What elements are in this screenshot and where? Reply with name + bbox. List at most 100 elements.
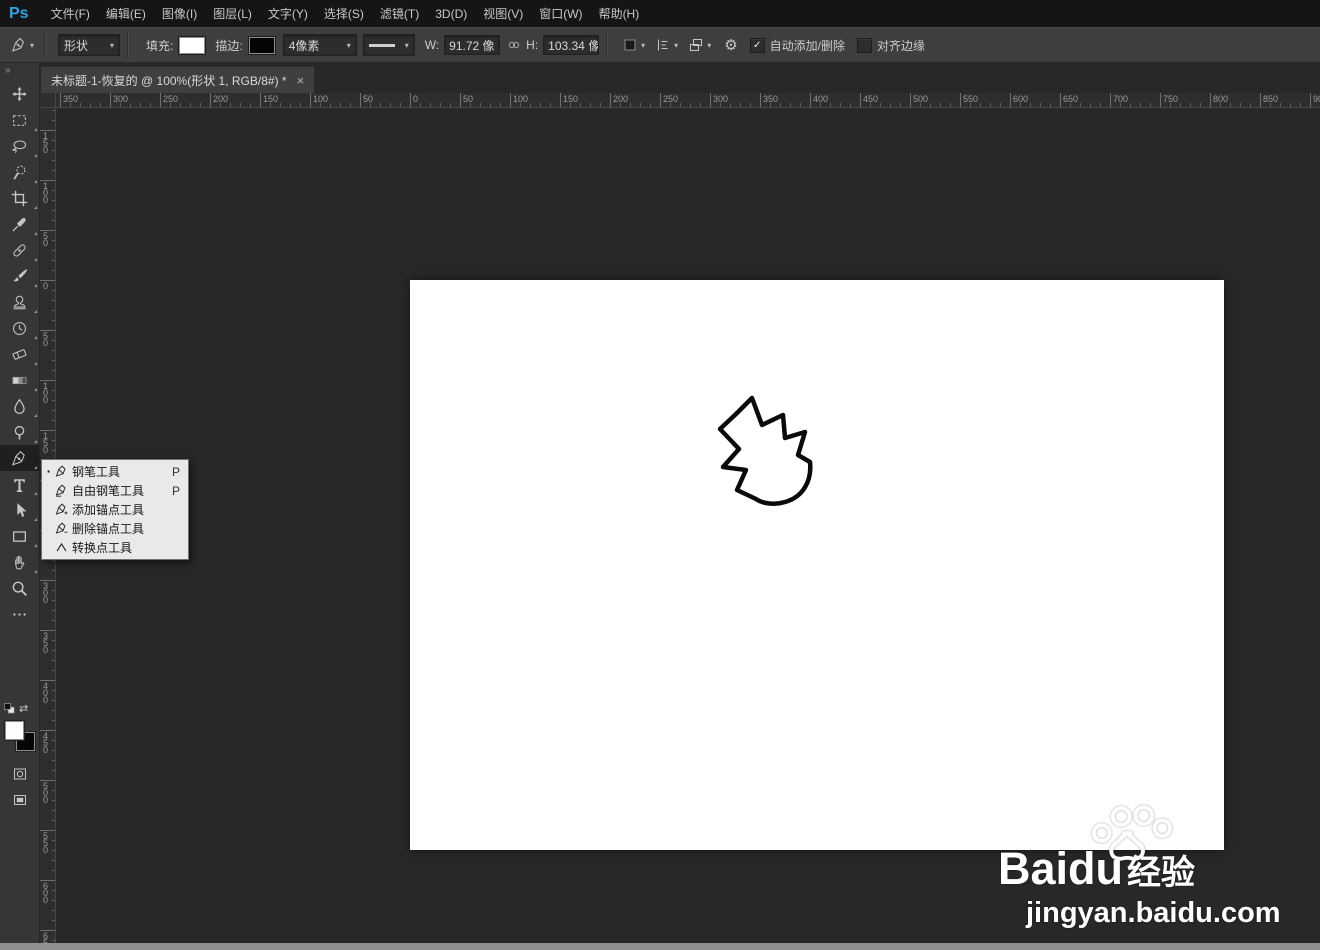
tool-preset-picker[interactable]: ▾ <box>8 35 37 55</box>
pen-icon <box>55 465 72 478</box>
pen-tool[interactable] <box>0 445 39 471</box>
ruler-tick <box>110 93 111 107</box>
ruler-label: 500 <box>913 94 929 104</box>
path-selection-tool[interactable] <box>0 497 39 523</box>
collapse-panel-icon[interactable]: » <box>0 63 39 81</box>
ruler-tick <box>310 93 311 107</box>
move-tool[interactable] <box>0 81 39 107</box>
document-tab[interactable]: 未标题-1-恢复的 @ 100%(形状 1, RGB/8#) * × <box>40 66 316 93</box>
align-edges-checkbox[interactable] <box>857 37 872 53</box>
height-input[interactable]: 103.34 像 <box>543 35 600 55</box>
separator <box>606 32 609 58</box>
eraser-tool[interactable] <box>0 341 39 367</box>
menu-item[interactable]: 编辑(E) <box>98 0 154 27</box>
blur-tool[interactable] <box>0 393 39 419</box>
zoom-tool[interactable] <box>0 575 39 601</box>
ruler-tick <box>60 93 61 107</box>
pen-flyout-item-label: 自由钢笔工具 <box>72 484 145 498</box>
path-alignment-button[interactable]: ▾ <box>652 33 681 57</box>
ruler-label: 3 5 0 <box>43 631 49 655</box>
pen-flyout-item[interactable]: 转换点工具 <box>42 538 188 557</box>
menu-item[interactable]: 选择(S) <box>316 0 372 27</box>
ruler-label: 100 <box>513 94 529 104</box>
quick-mask-button[interactable] <box>0 761 40 787</box>
pen-flyout-item-shortcut: P <box>172 483 181 498</box>
ruler-label: 900 <box>1313 94 1320 104</box>
eraser-tool-icon <box>12 348 27 360</box>
default-colors-icon[interactable] <box>3 702 16 715</box>
options-bar: ▾ 形状 ▾ 填充: 描边: 4像素 ▾ ▾ W: 91.72 像 H: 103… <box>0 27 1320 63</box>
height-label: H: <box>526 38 539 52</box>
dodge-tool[interactable] <box>0 419 39 445</box>
tools-list <box>0 81 39 627</box>
history-brush-tool[interactable] <box>0 315 39 341</box>
edit-toolbar[interactable] <box>0 601 39 627</box>
ruler-label: 850 <box>1263 94 1279 104</box>
document-canvas[interactable] <box>410 280 1224 850</box>
pen-flyout-item[interactable]: 添加锚点工具 <box>42 500 188 519</box>
history-brush-tool-icon <box>13 321 26 335</box>
ruler-tick <box>1310 93 1311 107</box>
lasso-tool[interactable] <box>0 133 39 159</box>
chevron-down-icon: ▾ <box>110 40 115 50</box>
menu-item[interactable]: 图层(L) <box>205 0 260 27</box>
clone-stamp-tool-icon <box>13 295 26 309</box>
auto-add-remove-checkbox[interactable]: ✓ <box>749 37 765 53</box>
menu-items: 文件(F) 编辑(E) 图像(I) 图层(L) 文字(Y) 选择(S) 滤镜(T) 3D(D)… <box>43 0 648 27</box>
menu-item[interactable]: 3D(D) <box>427 0 475 27</box>
ruler-label: 200 <box>613 94 629 104</box>
link-dimensions-button[interactable] <box>504 33 524 57</box>
ruler-label: 700 <box>1113 94 1129 104</box>
rectangular-marquee-tool[interactable] <box>0 107 39 133</box>
path-arrangement-button[interactable]: ▾ <box>685 33 714 57</box>
gear-icon[interactable]: ⚙ <box>724 36 737 54</box>
spot-healing-brush-tool[interactable] <box>0 237 39 263</box>
type-tool[interactable] <box>0 471 39 497</box>
pen-flyout-item[interactable]: 删除锚点工具 <box>42 519 188 538</box>
flyout-indicator-icon <box>34 466 37 469</box>
ruler-label: 50 <box>463 94 474 104</box>
baidu-brand-latin: Baidu <box>998 843 1124 894</box>
quick-selection-tool[interactable] <box>0 159 39 185</box>
path-selection-tool-icon <box>17 502 27 517</box>
clone-stamp-tool[interactable] <box>0 289 39 315</box>
separator <box>127 32 130 58</box>
ruler-tick <box>360 93 361 107</box>
edit-toolbar-icon <box>13 612 26 616</box>
tool-mode-select[interactable]: 形状 ▾ <box>58 34 121 56</box>
horizontal-ruler[interactable]: 350 300 250 200 150 100 50 0 50 100 150 200 250 300 35… <box>56 93 1320 108</box>
stroke-style-select[interactable]: ▾ <box>362 34 415 56</box>
stroke-color-swatch[interactable] <box>247 35 276 55</box>
pen-flyout-item[interactable]: ▪ 钢笔工具 P <box>42 462 188 481</box>
ruler-tick <box>210 93 211 107</box>
screen-mode-icon <box>14 795 26 805</box>
foreground-color-swatch[interactable] <box>4 720 25 741</box>
flyout-indicator-icon <box>34 232 37 235</box>
spot-healing-brush-tool-icon <box>13 243 26 257</box>
brush-tool[interactable] <box>0 263 39 289</box>
path-operations-button[interactable]: ▾ <box>619 33 648 57</box>
menu-item[interactable]: 文字(Y) <box>260 0 316 27</box>
rectangle-tool[interactable] <box>0 523 39 549</box>
stroke-width-value: 4像素 <box>288 38 320 53</box>
crop-tool[interactable] <box>0 185 39 211</box>
menu-item[interactable]: 文件(F) <box>43 0 98 27</box>
close-tab-icon[interactable]: × <box>297 73 305 88</box>
eyedropper-tool[interactable] <box>0 211 39 237</box>
menu-item[interactable]: 滤镜(T) <box>372 0 427 27</box>
menu-item[interactable]: 窗口(W) <box>531 0 590 27</box>
screen-mode-button[interactable] <box>0 787 40 813</box>
menu-item[interactable]: 图像(I) <box>154 0 205 27</box>
gradient-tool[interactable] <box>0 367 39 393</box>
separator <box>44 32 47 58</box>
pen-flyout-item[interactable]: 自由钢笔工具 P <box>42 481 188 500</box>
chevron-down-icon: ▾ <box>707 40 712 50</box>
width-input[interactable]: 91.72 像 <box>444 35 501 55</box>
stroke-width-select[interactable]: 4像素 ▾ <box>282 34 357 56</box>
pen-flyout-item-label: 添加锚点工具 <box>72 503 145 517</box>
menu-item[interactable]: 帮助(H) <box>591 0 648 27</box>
menu-item[interactable]: 视图(V) <box>475 0 531 27</box>
fill-color-swatch[interactable] <box>178 35 207 55</box>
hand-tool[interactable] <box>0 549 39 575</box>
swap-colors-icon[interactable]: ⇄ <box>19 702 28 715</box>
